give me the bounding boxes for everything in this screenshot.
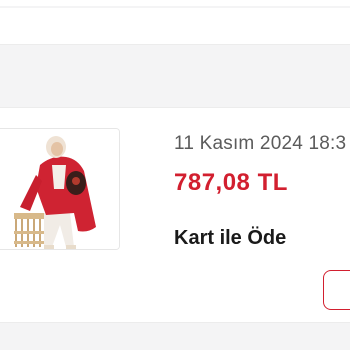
order-date: 11 Kasım 2024 18:3 bbox=[174, 133, 347, 154]
order-action-button[interactable] bbox=[323, 270, 350, 310]
product-thumbnail[interactable] bbox=[0, 128, 120, 250]
section-gap bbox=[0, 45, 350, 107]
product-photo-icon bbox=[0, 129, 119, 249]
order-price: 787,08 TL bbox=[174, 169, 288, 196]
order-card[interactable]: 11 Kasım 2024 18:3 787,08 TL Kart ile Öd… bbox=[0, 107, 350, 323]
pay-with-card-label[interactable]: Kart ile Öde bbox=[174, 227, 286, 250]
order-list-screen: 11 Kasım 2024 18:3 787,08 TL Kart ile Öd… bbox=[0, 0, 350, 350]
top-card-fragment bbox=[0, 8, 350, 45]
top-edge bbox=[0, 0, 350, 6]
